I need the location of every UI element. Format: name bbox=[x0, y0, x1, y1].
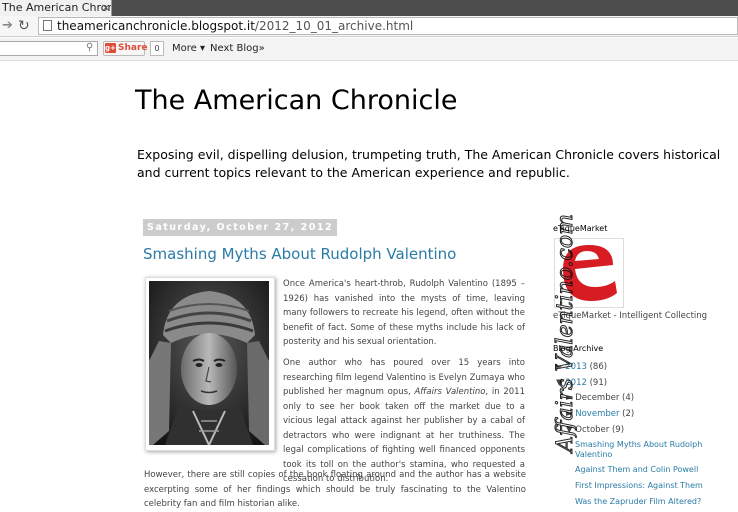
url-text[interactable]: theamericanchronicle.blogspot.it/2012_10… bbox=[57, 17, 413, 35]
etique-caption-link[interactable]: eTiqueMarket - Intelligent Collecting bbox=[553, 311, 707, 321]
more-menu[interactable]: More ▾ bbox=[172, 41, 205, 56]
expand-arrow-icon[interactable]: ► bbox=[566, 409, 575, 419]
archive-post-link[interactable]: First Impressions: Against Them bbox=[575, 481, 703, 491]
etique-e-icon bbox=[563, 245, 617, 301]
archive-post-link[interactable]: Was the Zapruder Film Altered? bbox=[575, 497, 701, 507]
archive-month-label[interactable]: November bbox=[575, 409, 619, 419]
archive-month-count: (9) bbox=[611, 425, 625, 435]
archive-month-label[interactable]: December bbox=[575, 393, 619, 403]
archive-year-2012[interactable]: ▼ 2012 (91) bbox=[556, 378, 607, 388]
archive-post-link[interactable]: Smashing Myths About Rudolph Valentino bbox=[575, 440, 705, 460]
search-icon[interactable]: ⚲ bbox=[86, 42, 96, 54]
expand-arrow-icon[interactable]: ► bbox=[556, 362, 565, 372]
archive-month-count: (2) bbox=[622, 409, 635, 419]
post-paragraph-3: However, there are still copies of the b… bbox=[144, 470, 526, 509]
back-arrow-icon[interactable]: ➔ bbox=[2, 17, 14, 35]
archive-month-november[interactable]: ► November (2) bbox=[566, 409, 634, 419]
collapse-arrow-icon[interactable]: ▼ bbox=[556, 378, 565, 388]
etique-logo[interactable] bbox=[554, 238, 624, 308]
blog-archive-title: Blog Archive bbox=[553, 344, 604, 353]
post-paragraph-2: One author who has poured over 15 years … bbox=[283, 356, 525, 487]
url-host: theamericanchronicle.blogspot.it bbox=[57, 19, 255, 33]
archive-year-label[interactable]: 2013 bbox=[565, 362, 587, 372]
share-count: 0 bbox=[150, 41, 164, 56]
collapse-arrow-icon[interactable]: ▼ bbox=[566, 425, 575, 435]
archive-post-link[interactable]: Against Them and Colin Powell bbox=[575, 465, 698, 475]
tab-title: The American Chroni bbox=[2, 1, 112, 14]
share-label: Share bbox=[118, 43, 148, 53]
archive-year-2013[interactable]: ► 2013 (86) bbox=[556, 362, 607, 372]
blog-search-input[interactable] bbox=[0, 41, 98, 56]
blog-description: Exposing evil, dispelling delusion, trum… bbox=[137, 147, 721, 180]
archive-year-count: (91) bbox=[589, 378, 608, 388]
post-date-header: Saturday, October 27, 2012 bbox=[143, 219, 338, 236]
post-paragraph-1: Once America's heart-throb, Rudolph Vale… bbox=[283, 279, 525, 347]
page-icon bbox=[43, 20, 52, 31]
archive-year-count: (86) bbox=[589, 362, 608, 372]
archive-month-october[interactable]: ▼ October (9) bbox=[566, 425, 624, 435]
url-path: /2012_10_01_archive.html bbox=[254, 19, 414, 33]
portrait-image bbox=[149, 281, 269, 445]
valentino-photo[interactable] bbox=[149, 281, 269, 445]
reload-icon[interactable]: ↻ bbox=[18, 17, 32, 35]
expand-arrow-icon[interactable]: ► bbox=[566, 393, 575, 403]
next-blog-link[interactable]: Next Blog» bbox=[210, 41, 265, 56]
google-plus-icon: g+ bbox=[105, 43, 116, 53]
post-title[interactable]: Smashing Myths About Rudolph Valentino bbox=[143, 245, 456, 263]
archive-month-count: (4) bbox=[622, 393, 635, 403]
archive-month-label[interactable]: October bbox=[575, 425, 609, 435]
browser-tab[interactable]: The American Chroni bbox=[0, 0, 112, 16]
close-tab-icon[interactable]: × bbox=[100, 0, 112, 16]
archive-year-label[interactable]: 2012 bbox=[565, 378, 587, 388]
book-title: Affairs Valentino bbox=[414, 387, 486, 397]
archive-month-december[interactable]: ► December (4) bbox=[566, 393, 634, 403]
blog-title[interactable]: The American Chronicle bbox=[135, 85, 457, 116]
etique-widget-title: eTiqueMarket bbox=[553, 224, 608, 233]
